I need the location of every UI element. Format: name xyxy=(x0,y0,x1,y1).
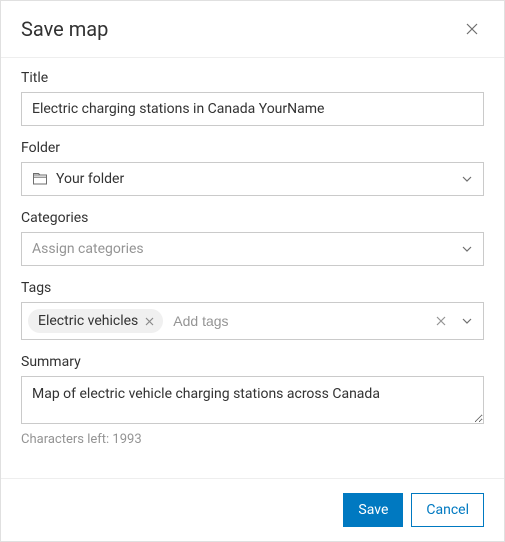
title-input[interactable] xyxy=(21,92,484,126)
dialog-header: Save map xyxy=(1,1,504,58)
field-folder: Folder Your folder xyxy=(21,140,484,196)
tag-chip: Electric vehicles xyxy=(28,309,163,333)
close-button[interactable] xyxy=(460,17,484,41)
categories-placeholder: Assign categories xyxy=(32,241,144,257)
folder-value: Your folder xyxy=(56,171,124,187)
summary-label: Summary xyxy=(21,354,484,370)
dialog-footer: Save Cancel xyxy=(1,478,504,541)
summary-textarea[interactable] xyxy=(21,376,484,424)
tags-label: Tags xyxy=(21,280,484,296)
tags-text-input[interactable] xyxy=(169,309,425,333)
save-map-dialog: Save map Title Folder Your folder xyxy=(0,0,505,542)
clear-tags-button[interactable] xyxy=(431,311,451,331)
folder-select[interactable]: Your folder xyxy=(21,162,484,196)
field-categories: Categories Assign categories xyxy=(21,210,484,266)
remove-tag-button[interactable] xyxy=(144,316,155,327)
tag-chip-label: Electric vehicles xyxy=(38,313,138,329)
tags-dropdown-button[interactable] xyxy=(457,311,477,331)
field-title: Title xyxy=(21,70,484,126)
chevron-down-icon xyxy=(461,173,473,185)
folder-icon xyxy=(32,171,48,187)
dialog-content: Title Folder Your folder Categories Assi… xyxy=(1,58,504,478)
categories-select[interactable]: Assign categories xyxy=(21,232,484,266)
folder-label: Folder xyxy=(21,140,484,156)
title-label: Title xyxy=(21,70,484,86)
dialog-title: Save map xyxy=(21,17,108,41)
save-button[interactable]: Save xyxy=(343,493,403,527)
chevron-down-icon xyxy=(461,243,473,255)
cancel-button[interactable]: Cancel xyxy=(411,493,484,527)
categories-label: Categories xyxy=(21,210,484,226)
close-icon xyxy=(464,21,480,37)
field-summary: Summary Characters left: 1993 xyxy=(21,354,484,447)
tags-input-box[interactable]: Electric vehicles xyxy=(21,302,484,340)
field-tags: Tags Electric vehicles xyxy=(21,280,484,340)
summary-helper: Characters left: 1993 xyxy=(21,432,484,447)
